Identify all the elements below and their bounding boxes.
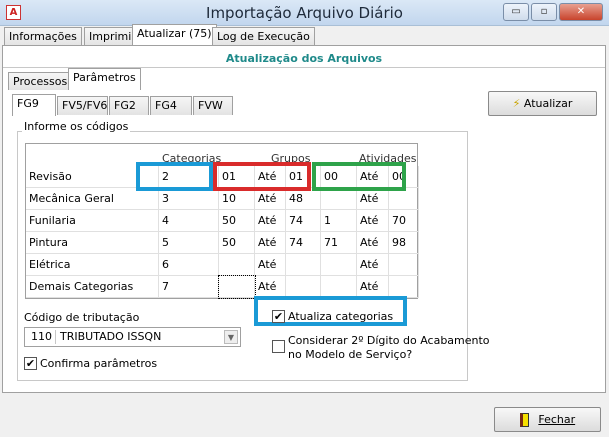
grid-cell-ate2[interactable]: Até <box>357 276 389 298</box>
tab-processos[interactable]: Processos <box>8 72 73 90</box>
grid-cell-g2[interactable]: 74 <box>286 210 321 232</box>
grid-cell-a2[interactable]: 70 <box>389 210 419 232</box>
grid-cell-g1[interactable] <box>218 275 256 299</box>
confirma-label: Confirma parâmetros <box>40 357 158 370</box>
tab-atualizar[interactable]: Atualizar (75) <box>132 24 217 46</box>
grid-cell-ate2[interactable]: Até <box>357 232 389 254</box>
grid-cell-g2[interactable] <box>286 276 321 298</box>
atualizar-label: Atualizar <box>523 97 573 110</box>
atualizar-button[interactable]: ⚡ Atualizar <box>488 91 597 116</box>
grid-cell-ate1[interactable]: Até <box>255 254 286 276</box>
grid-cell-a2[interactable] <box>389 254 419 276</box>
tab-fg9[interactable]: FG9 <box>12 94 56 116</box>
row-label: Demais Categorias <box>26 276 159 298</box>
row-label: Funilaria <box>26 210 159 232</box>
title-bar: A Importação Arquivo Diário ▭ ▫ ✕ <box>0 0 609 26</box>
highlight-atividades <box>312 162 406 191</box>
grid-cell-a1[interactable] <box>321 276 357 298</box>
tab-fv5-fv6[interactable]: FV5/FV6 <box>57 96 108 115</box>
grid-cell-ate1[interactable]: Até <box>255 276 286 298</box>
confirma-checkbox[interactable]: ✔ <box>24 357 37 370</box>
fechar-label: Fechar <box>538 413 576 426</box>
grid-cell-cat[interactable]: 7 <box>159 276 219 298</box>
considerar-label: Considerar 2º Dígito do Acabamento no Mo… <box>288 334 490 362</box>
grid-cell-ate2[interactable]: Até <box>357 210 389 232</box>
grid-cell-ate1[interactable]: Até <box>255 210 286 232</box>
considerar-checkbox[interactable] <box>272 340 285 353</box>
grid-cell-ate2[interactable]: Até <box>357 254 389 276</box>
grid-cell-a1[interactable] <box>321 188 357 210</box>
grid-cell-a1[interactable] <box>321 254 357 276</box>
tributacao-value: TRIBUTADO ISSQN <box>60 330 162 343</box>
door-exit-icon <box>519 413 529 427</box>
considerar-line2: no Modelo de Serviço? <box>288 348 413 361</box>
grid-cell-g2[interactable] <box>286 254 321 276</box>
minimize-button[interactable]: ▭ <box>503 3 529 21</box>
tab-fvw[interactable]: FVW <box>193 96 233 115</box>
grid-cell-cat[interactable]: 5 <box>159 232 219 254</box>
tab-log-execucao[interactable]: Log de Execução <box>212 27 315 46</box>
grid-cell-g2[interactable]: 48 <box>286 188 321 210</box>
row-label: Elétrica <box>26 254 159 276</box>
close-button[interactable]: ✕ <box>559 3 603 21</box>
grid-cell-g1[interactable]: 50 <box>219 210 255 232</box>
atualiza-categorias-label: Atualiza categorias <box>288 310 394 323</box>
tab-fg4[interactable]: FG4 <box>150 96 192 115</box>
grid-cell-g1[interactable] <box>219 254 255 276</box>
lightning-icon: ⚡ <box>512 97 521 110</box>
maximize-button[interactable]: ▫ <box>531 3 557 21</box>
grid-cell-a2[interactable] <box>389 188 419 210</box>
grid-cell-g1[interactable]: 50 <box>219 232 255 254</box>
highlight-categorias <box>136 162 213 191</box>
grid-cell-a1[interactable]: 1 <box>321 210 357 232</box>
considerar-line1: Considerar 2º Dígito do Acabamento <box>288 334 490 347</box>
grid-cell-a2[interactable] <box>389 276 419 298</box>
grid-cell-ate1[interactable]: Até <box>255 188 286 210</box>
grid-cell-g1[interactable]: 10 <box>219 188 255 210</box>
tab-fg2[interactable]: FG2 <box>109 96 149 115</box>
grid-cell-ate2[interactable]: Até <box>357 188 389 210</box>
grid-cell-cat[interactable]: 4 <box>159 210 219 232</box>
highlight-grupos <box>213 162 311 191</box>
tributacao-code: 110 <box>25 330 56 344</box>
groupbox-label: Informe os códigos <box>22 120 131 133</box>
tab-parametros[interactable]: Parâmetros <box>68 68 141 90</box>
tab-informacoes[interactable]: Informações <box>4 27 82 46</box>
grid-cell-cat[interactable]: 6 <box>159 254 219 276</box>
grid-cell-a2[interactable]: 98 <box>389 232 419 254</box>
row-label: Mecânica Geral <box>26 188 159 210</box>
fechar-button[interactable]: Fechar <box>494 407 601 432</box>
grid-cell-g2[interactable]: 74 <box>286 232 321 254</box>
row-label: Pintura <box>26 232 159 254</box>
tributacao-select[interactable]: 110 TRIBUTADO ISSQN ▼ <box>24 327 241 347</box>
tributacao-label: Código de tributação <box>24 311 140 324</box>
grid-cell-cat[interactable]: 3 <box>159 188 219 210</box>
section-header: Atualização dos Arquivos <box>225 52 383 65</box>
atualiza-categorias-checkbox[interactable]: ✔ <box>272 310 285 323</box>
chevron-down-icon[interactable]: ▼ <box>224 330 238 344</box>
grid-cell-ate1[interactable]: Até <box>255 232 286 254</box>
grid-cell-a1[interactable]: 71 <box>321 232 357 254</box>
